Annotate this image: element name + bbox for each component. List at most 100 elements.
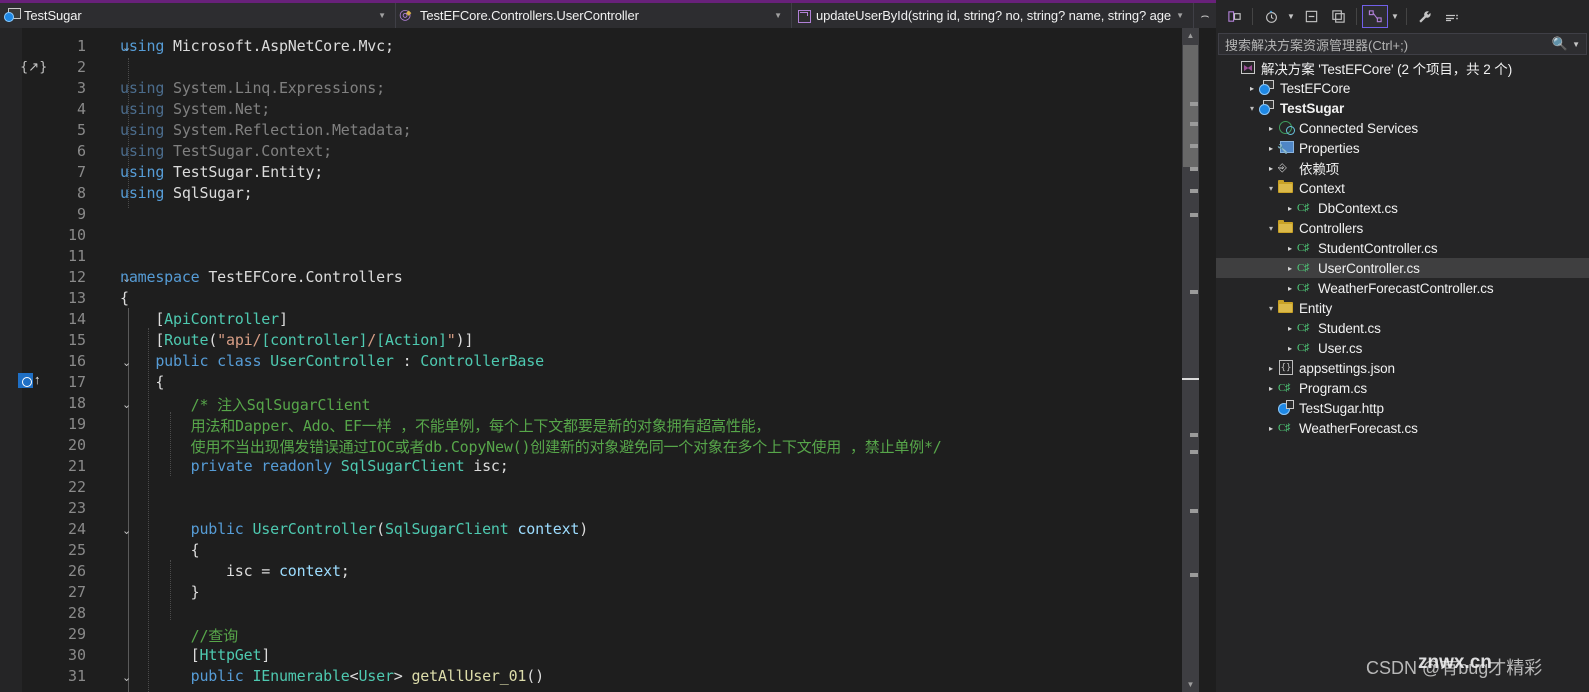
- code-token: private readonly: [120, 457, 341, 475]
- tree-item-selected[interactable]: ▸ C♯ UserController.cs: [1216, 258, 1589, 278]
- line-number: 26: [67, 562, 86, 580]
- expander-collapsed-icon[interactable]: ▸: [1283, 244, 1297, 253]
- code-line[interactable]: public IEnumerable<User> getAllUser_01(): [120, 667, 544, 685]
- tree-item[interactable]: ▸ C♯ User.cs: [1216, 338, 1589, 358]
- expander-collapsed-icon[interactable]: ▸: [1264, 164, 1278, 173]
- expander-collapsed-icon[interactable]: ▸: [1283, 284, 1297, 293]
- split-window-icon[interactable]: ⌢: [1194, 3, 1216, 28]
- code-line[interactable]: 用法和Dapper、Ado、EF一样 ，不能单例，每个上下文都要是新的对象拥有超…: [120, 415, 771, 436]
- expander-expanded-icon[interactable]: ▾: [1264, 184, 1278, 193]
- code-line[interactable]: using System.Linq.Expressions;: [120, 79, 385, 97]
- expander-expanded-icon[interactable]: ▾: [1264, 304, 1278, 313]
- tree-item-label: WeatherForecast.cs: [1299, 420, 1418, 436]
- tree-item[interactable]: 解决方案 'TestEFCore' (2 个项目，共 2 个): [1216, 58, 1589, 78]
- code-line[interactable]: //查询: [120, 625, 238, 646]
- scroll-up-arrow-icon[interactable]: ▲: [1182, 28, 1199, 43]
- project-selector-dropdown[interactable]: TestSugar ▼: [0, 3, 396, 28]
- tree-item[interactable]: ▸ TestEFCore: [1216, 78, 1589, 98]
- expander-collapsed-icon[interactable]: ▸: [1283, 324, 1297, 333]
- expander-collapsed-icon[interactable]: ▸: [1245, 84, 1259, 93]
- expander-collapsed-icon[interactable]: ▸: [1283, 264, 1297, 273]
- code-line[interactable]: /* 注入SqlSugarClient: [120, 394, 371, 415]
- code-token: IEnumerable: [252, 667, 350, 685]
- code-line[interactable]: {: [120, 289, 129, 307]
- expander-collapsed-icon[interactable]: ▸: [1264, 124, 1278, 133]
- code-line[interactable]: using System.Reflection.Metadata;: [120, 121, 412, 139]
- expander-collapsed-icon[interactable]: ▸: [1283, 204, 1297, 213]
- code-line[interactable]: using TestSugar.Context;: [120, 142, 332, 160]
- code-line[interactable]: [ApiController]: [120, 310, 288, 328]
- tree-item[interactable]: ▸ C♯ DbContext.cs: [1216, 198, 1589, 218]
- tree-item[interactable]: TestSugar.http: [1216, 398, 1589, 418]
- solution-explorer-search-box[interactable]: 搜索解决方案资源管理器(Ctrl+;) 🔍 ▼: [1218, 33, 1587, 55]
- code-token: {: [120, 373, 165, 391]
- properties-wrench-icon[interactable]: [1412, 5, 1438, 28]
- pending-changes-filter-icon[interactable]: [1258, 5, 1284, 28]
- sync-with-active-document-icon[interactable]: [1362, 5, 1388, 28]
- tree-item[interactable]: ▸ C♯ WeatherForecastController.cs: [1216, 278, 1589, 298]
- code-token: public: [120, 667, 253, 685]
- code-line[interactable]: using TestSugar.Entity;: [120, 163, 323, 181]
- code-token: 用法和Dapper、Ado、EF一样 ，不能单例，每个上下文都要是新的对象拥有超…: [120, 417, 771, 435]
- scroll-down-arrow-icon[interactable]: ▼: [1182, 677, 1199, 692]
- code-token: ApiController: [164, 310, 279, 328]
- expander-collapsed-icon[interactable]: ▸: [1283, 344, 1297, 353]
- tree-item[interactable]: ▾ Context: [1216, 178, 1589, 198]
- tree-item[interactable]: ▾ Controllers: [1216, 218, 1589, 238]
- view-dropdown-icon[interactable]: ▼: [1389, 5, 1401, 28]
- code-line[interactable]: [Route("api/[controller]/[Action]")]: [120, 331, 473, 349]
- search-options-dropdown-icon[interactable]: ▼: [1570, 40, 1586, 49]
- tree-item[interactable]: ▸ C♯ WeatherForecast.cs: [1216, 418, 1589, 438]
- code-line[interactable]: namespace TestEFCore.Controllers: [120, 268, 403, 286]
- preview-selected-items-icon[interactable]: [1439, 5, 1465, 28]
- tree-item[interactable]: ▾ TestSugar: [1216, 98, 1589, 118]
- code-line[interactable]: using System.Net;: [120, 100, 270, 118]
- code-text-area[interactable]: 1 ⌄ using Microsoft.AspNetCore.Mvc; 2 3 using…: [0, 28, 1182, 692]
- tree-item[interactable]: ▾ Entity: [1216, 298, 1589, 318]
- expander-expanded-icon[interactable]: ▾: [1245, 104, 1259, 113]
- expander-collapsed-icon[interactable]: ▸: [1264, 424, 1278, 433]
- show-all-files-icon[interactable]: [1325, 5, 1351, 28]
- editor-vertical-scrollbar[interactable]: ▲ ▼: [1182, 28, 1199, 692]
- expander-collapsed-icon[interactable]: ▸: [1264, 364, 1278, 373]
- tree-item[interactable]: ▸ C♯ Student.cs: [1216, 318, 1589, 338]
- code-line[interactable]: using SqlSugar;: [120, 184, 253, 202]
- type-selector-dropdown[interactable]: TestEFCore.Controllers.UserController ▼: [396, 3, 792, 28]
- tree-item[interactable]: ▸ C♯ StudentController.cs: [1216, 238, 1589, 258]
- code-editor[interactable]: {↗} ↑ 1 ⌄ using Microsoft.AspNetCore.Mvc; 2…: [0, 28, 1182, 692]
- code-line[interactable]: isc = context;: [120, 562, 350, 580]
- collapse-to-definitions-icon[interactable]: [1221, 5, 1247, 28]
- code-token: using: [120, 121, 173, 139]
- tree-item-label: TestSugar.http: [1299, 400, 1384, 416]
- toolbar-separator: [1356, 8, 1357, 25]
- code-line[interactable]: private readonly SqlSugarClient isc;: [120, 457, 509, 475]
- tree-item[interactable]: ▸{} appsettings.json: [1216, 358, 1589, 378]
- code-line[interactable]: using Microsoft.AspNetCore.Mvc;: [120, 37, 394, 55]
- code-line[interactable]: {: [120, 373, 164, 391]
- code-line[interactable]: 使用不当出现偶发错误通过IOC或者db.CopyNew()创建新的对象避免同一个…: [120, 436, 942, 457]
- tree-item[interactable]: ▸ Connected Services: [1216, 118, 1589, 138]
- code-line[interactable]: }: [120, 583, 200, 601]
- search-icon[interactable]: 🔍: [1552, 36, 1570, 52]
- expander-expanded-icon[interactable]: ▾: [1264, 224, 1278, 233]
- code-line[interactable]: [HttpGet]: [120, 646, 271, 664]
- folder-icon: [1278, 180, 1295, 196]
- code-line[interactable]: public class UserController : Controller…: [120, 352, 544, 370]
- expander-collapsed-icon[interactable]: ▸: [1264, 384, 1278, 393]
- member-selector-dropdown[interactable]: updateUserById(string id, string? no, st…: [792, 3, 1194, 28]
- code-token: using: [120, 184, 173, 202]
- filter-dropdown-icon[interactable]: ▼: [1285, 5, 1297, 28]
- solution-tree[interactable]: 解决方案 'TestEFCore' (2 个项目，共 2 个) ▸ TestEFCo…: [1216, 58, 1589, 692]
- tree-item[interactable]: ▸ Properties: [1216, 138, 1589, 158]
- code-line[interactable]: {: [120, 541, 200, 559]
- member-selector-label: updateUserById(string id, string? no, st…: [816, 8, 1172, 23]
- collapse-all-icon[interactable]: [1298, 5, 1324, 28]
- expander-collapsed-icon[interactable]: ▸: [1264, 144, 1278, 153]
- tree-item[interactable]: ▸ ⎆ 依赖项: [1216, 158, 1589, 178]
- scrollbar-thumb[interactable]: [1183, 45, 1198, 167]
- properties-folder-icon: [1277, 140, 1295, 156]
- expander-placeholder: [1226, 64, 1240, 73]
- tree-item[interactable]: ▸ C♯ Program.cs: [1216, 378, 1589, 398]
- code-line[interactable]: public UserController(SqlSugarClient con…: [120, 520, 589, 538]
- search-input[interactable]: 搜索解决方案资源管理器(Ctrl+;): [1219, 35, 1552, 54]
